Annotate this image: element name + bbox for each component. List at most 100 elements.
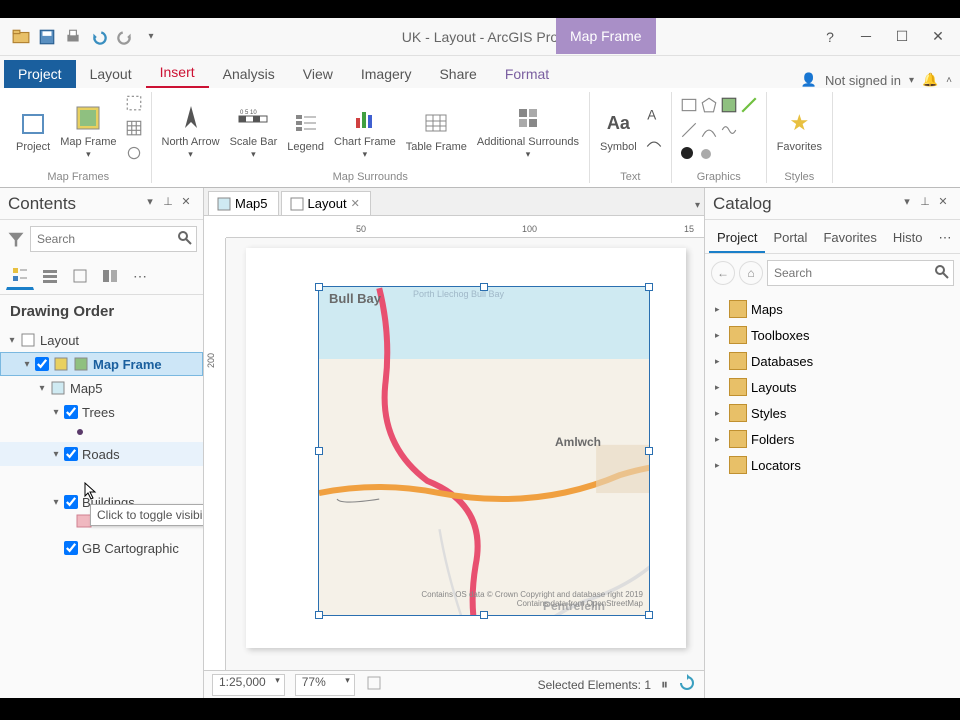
tree-map5[interactable]: ▾ Map5 (0, 376, 203, 400)
close-tab-icon[interactable]: ✕ (351, 197, 360, 210)
search-icon[interactable] (177, 230, 193, 246)
picture-icon[interactable] (720, 96, 738, 119)
signin-text[interactable]: Not signed in (825, 73, 901, 88)
list-by-label-tab[interactable] (96, 262, 124, 290)
reshape-icon[interactable] (125, 94, 143, 117)
catalog-tab-portal[interactable]: Portal (765, 224, 815, 253)
layout-canvas[interactable]: Bull Bay Porth Llechog Bull Bay Amlwch P… (226, 238, 704, 670)
contents-search-input[interactable] (30, 226, 197, 252)
doc-tab-layout[interactable]: Layout ✕ (281, 191, 371, 215)
line-tool-icon[interactable] (740, 96, 758, 119)
catalog-tabs-overflow-icon[interactable]: ⋯ (931, 224, 960, 253)
doc-tabs-menu-icon[interactable]: ▾ (691, 196, 704, 215)
rectangle-icon[interactable] (680, 96, 698, 119)
map-frame-element[interactable]: Bull Bay Porth Llechog Bull Bay Amlwch P… (318, 286, 650, 616)
catalog-search-input[interactable] (767, 260, 954, 286)
tree-gb-cartographic[interactable]: GB Cartographic (0, 536, 203, 560)
resize-handle[interactable] (645, 611, 653, 619)
refresh-icon[interactable] (678, 674, 696, 695)
trees-checkbox[interactable] (64, 405, 78, 419)
minimize-button[interactable]: － (852, 23, 880, 51)
tab-view[interactable]: View (289, 60, 347, 88)
tree-map-frame[interactable]: ▾ Map Frame (0, 352, 203, 376)
catalog-tab-history[interactable]: Histo (885, 224, 931, 253)
maximize-button[interactable]: ☐ (888, 23, 916, 51)
extent-icon[interactable] (125, 144, 143, 167)
catalog-toolboxes[interactable]: ▸Toolboxes (709, 322, 956, 348)
north-arrow-button[interactable]: North Arrow▾ (160, 100, 222, 162)
list-by-source-tab[interactable] (36, 262, 64, 290)
scale-bar-button[interactable]: 0 5 10Scale Bar▾ (228, 100, 280, 162)
new-project-button[interactable]: Project (14, 105, 52, 155)
notifications-icon[interactable]: 🔔 (922, 72, 938, 88)
print-icon[interactable] (62, 26, 84, 48)
text-symbol-button[interactable]: AaSymbol (598, 105, 639, 155)
catalog-tab-favorites[interactable]: Favorites (815, 224, 884, 253)
buildings-checkbox[interactable] (64, 495, 78, 509)
tab-imagery[interactable]: Imagery (347, 60, 426, 88)
catalog-styles[interactable]: ▸Styles (709, 400, 956, 426)
tree-layout[interactable]: ▾ Layout (0, 328, 203, 352)
tab-format[interactable]: Format (491, 60, 563, 88)
polygon-icon[interactable] (700, 96, 718, 119)
catalog-databases[interactable]: ▸Databases (709, 348, 956, 374)
tab-analysis[interactable]: Analysis (209, 60, 289, 88)
text-straight-icon[interactable]: A (645, 106, 663, 129)
chart-frame-button[interactable]: Chart Frame▾ (332, 100, 398, 162)
grid-icon[interactable] (125, 119, 143, 142)
pane-close-icon[interactable]: ✕ (177, 195, 195, 213)
help-icon[interactable]: ? (816, 23, 844, 51)
tree-roads[interactable]: ▾ Roads (0, 442, 203, 466)
tab-insert[interactable]: Insert (146, 58, 209, 88)
roads-checkbox[interactable] (64, 447, 78, 461)
signin-dropdown-icon[interactable]: ▾ (909, 75, 914, 86)
resize-handle[interactable] (315, 447, 323, 455)
drawing-order-tab[interactable] (6, 262, 34, 290)
close-button[interactable]: ✕ (924, 23, 952, 51)
resize-handle[interactable] (315, 283, 323, 291)
tab-share[interactable]: Share (425, 60, 490, 88)
list-by-selection-tab[interactable] (66, 262, 94, 290)
resize-handle[interactable] (480, 283, 488, 291)
doc-tab-map5[interactable]: Map5 (208, 191, 279, 215)
open-project-icon[interactable] (10, 26, 32, 48)
pane-menu-icon[interactable]: ▾ (141, 195, 159, 213)
scale-combo[interactable]: 1:25,000 ▾ (212, 674, 285, 696)
resize-handle[interactable] (645, 283, 653, 291)
catalog-folders[interactable]: ▸Folders (709, 426, 956, 452)
curve-icon[interactable] (700, 121, 718, 144)
catalog-search-icon[interactable] (934, 264, 950, 280)
gb-checkbox[interactable] (64, 541, 78, 555)
catalog-back-icon[interactable]: ← (711, 261, 735, 285)
resize-handle[interactable] (480, 611, 488, 619)
catalog-locators[interactable]: ▸Locators (709, 452, 956, 478)
map-frame-checkbox[interactable] (35, 357, 49, 371)
catalog-home-icon[interactable]: ⌂ (739, 261, 763, 285)
redo-icon[interactable] (114, 26, 136, 48)
catalog-maps[interactable]: ▸Maps (709, 296, 956, 322)
filter-icon[interactable] (6, 229, 26, 249)
legend-button[interactable]: Legend (285, 105, 326, 155)
additional-surrounds-button[interactable]: Additional Surrounds▾ (475, 100, 581, 162)
point-gray-icon[interactable] (700, 147, 712, 165)
tab-layout[interactable]: Layout (76, 60, 146, 88)
catalog-pin-icon[interactable]: ⊥ (916, 195, 934, 213)
save-icon[interactable] (36, 26, 58, 48)
table-frame-button[interactable]: Table Frame (404, 105, 469, 155)
map-frame-button[interactable]: Map Frame▾ (58, 100, 118, 162)
freehand-icon[interactable] (720, 121, 738, 144)
tab-project[interactable]: Project (4, 60, 76, 88)
pause-drawing-icon[interactable]: ⏸ (661, 676, 668, 693)
snapping-icon[interactable] (365, 674, 383, 695)
catalog-tab-project[interactable]: Project (709, 224, 765, 253)
zoom-combo[interactable]: 77% ▾ (295, 674, 355, 696)
undo-icon[interactable] (88, 26, 110, 48)
catalog-close-icon[interactable]: ✕ (934, 195, 952, 213)
point-black-icon[interactable] (680, 146, 694, 165)
more-views-icon[interactable]: ⋯ (126, 262, 154, 290)
favorites-button[interactable]: ★Favorites (775, 105, 824, 155)
catalog-menu-icon[interactable]: ▾ (898, 195, 916, 213)
line-icon[interactable] (680, 121, 698, 144)
pane-pin-icon[interactable]: ⊥ (159, 195, 177, 213)
catalog-layouts[interactable]: ▸Layouts (709, 374, 956, 400)
